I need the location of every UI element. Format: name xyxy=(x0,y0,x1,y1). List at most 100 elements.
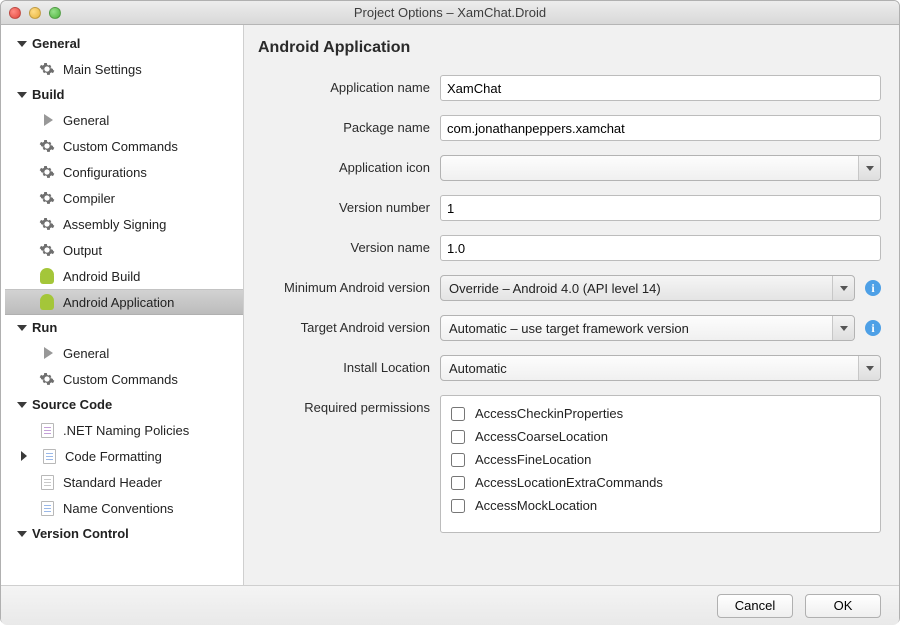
application-name-input[interactable] xyxy=(440,75,881,101)
sidebar-group-label: Run xyxy=(32,320,57,335)
sidebar-item-label: Assembly Signing xyxy=(63,217,166,232)
sidebar-group-version-control[interactable]: Version Control xyxy=(5,521,243,546)
min-android-combo[interactable]: Override – Android 4.0 (API level 14) xyxy=(440,275,855,301)
zoom-icon[interactable] xyxy=(49,7,61,19)
permission-label: AccessLocationExtraCommands xyxy=(475,475,663,490)
permissions-list: AccessCheckinProperties AccessCoarseLoca… xyxy=(440,395,881,533)
sidebar-item-run-general[interactable]: General xyxy=(5,340,243,366)
caret-down-icon xyxy=(17,531,27,537)
application-icon-combo[interactable] xyxy=(440,155,881,181)
sidebar-group-label: Build xyxy=(32,87,65,102)
sidebar-item-build-general[interactable]: General xyxy=(5,107,243,133)
target-android-combo[interactable]: Automatic – use target framework version xyxy=(440,315,855,341)
label-min-android: Minimum Android version xyxy=(258,275,440,295)
sidebar-item-net-naming[interactable]: .NET Naming Policies xyxy=(5,417,243,443)
sidebar-item-custom-commands[interactable]: Custom Commands xyxy=(5,133,243,159)
gear-icon xyxy=(39,216,55,232)
sidebar-item-android-application[interactable]: Android Application xyxy=(5,289,243,315)
sidebar-item-assembly-signing[interactable]: Assembly Signing xyxy=(5,211,243,237)
main-panel: Android Application Application name Pac… xyxy=(243,25,899,585)
sidebar: General Main Settings Build General Cust… xyxy=(1,25,243,585)
sidebar-item-name-conventions[interactable]: Name Conventions xyxy=(5,495,243,521)
combo-value: Automatic – use target framework version xyxy=(449,321,689,336)
sidebar-item-standard-header[interactable]: Standard Header xyxy=(5,469,243,495)
ok-button[interactable]: OK xyxy=(805,594,881,618)
label-package-name: Package name xyxy=(258,115,440,135)
sidebar-group-source-code[interactable]: Source Code xyxy=(5,392,243,417)
label-install-location: Install Location xyxy=(258,355,440,375)
version-number-input[interactable] xyxy=(440,195,881,221)
sidebar-item-label: Code Formatting xyxy=(65,449,162,464)
version-name-input[interactable] xyxy=(440,235,881,261)
sidebar-item-label: Output xyxy=(63,243,102,258)
sidebar-item-label: .NET Naming Policies xyxy=(63,423,189,438)
close-icon[interactable] xyxy=(9,7,21,19)
label-target-android: Target Android version xyxy=(258,315,440,335)
window-title: Project Options – XamChat.Droid xyxy=(1,5,899,20)
sidebar-item-label: General xyxy=(63,113,109,128)
sidebar-group-build[interactable]: Build xyxy=(5,82,243,107)
info-icon[interactable]: i xyxy=(865,280,881,296)
window-controls xyxy=(9,7,61,19)
permission-checkbox[interactable] xyxy=(451,476,465,490)
combo-value: Automatic xyxy=(449,361,507,376)
sidebar-item-label: Compiler xyxy=(63,191,115,206)
sidebar-group-label: Source Code xyxy=(32,397,112,412)
sidebar-item-android-build[interactable]: Android Build xyxy=(5,263,243,289)
sidebar-item-compiler[interactable]: Compiler xyxy=(5,185,243,211)
sidebar-item-label: Configurations xyxy=(63,165,147,180)
permission-label: AccessFineLocation xyxy=(475,452,591,467)
sidebar-group-label: General xyxy=(32,36,80,51)
chevron-down-icon xyxy=(858,156,880,180)
caret-down-icon xyxy=(17,402,27,408)
permission-item[interactable]: AccessFineLocation xyxy=(449,448,872,471)
permission-item[interactable]: AccessCheckinProperties xyxy=(449,402,872,425)
android-icon xyxy=(39,268,55,284)
cancel-button[interactable]: Cancel xyxy=(717,594,793,618)
play-icon xyxy=(39,112,55,128)
row-version-number: Version number xyxy=(258,195,881,221)
label-permissions: Required permissions xyxy=(258,395,440,415)
gear-icon xyxy=(39,164,55,180)
row-app-name: Application name xyxy=(258,75,881,101)
sidebar-item-configurations[interactable]: Configurations xyxy=(5,159,243,185)
sidebar-item-code-formatting[interactable]: Code Formatting xyxy=(5,443,243,469)
sidebar-item-label: General xyxy=(63,346,109,361)
android-icon xyxy=(39,294,55,310)
install-location-combo[interactable]: Automatic xyxy=(440,355,881,381)
sidebar-item-label: Android Application xyxy=(63,295,174,310)
sidebar-group-general[interactable]: General xyxy=(5,31,243,56)
caret-down-icon xyxy=(17,41,27,47)
sidebar-item-output[interactable]: Output xyxy=(5,237,243,263)
sidebar-item-label: Android Build xyxy=(63,269,140,284)
permission-item[interactable]: AccessLocationExtraCommands xyxy=(449,471,872,494)
sidebar-item-run-custom-commands[interactable]: Custom Commands xyxy=(5,366,243,392)
label-app-name: Application name xyxy=(258,75,440,95)
chevron-down-icon xyxy=(832,316,854,340)
row-app-icon: Application icon xyxy=(258,155,881,181)
permission-checkbox[interactable] xyxy=(451,499,465,513)
permission-item[interactable]: AccessCoarseLocation xyxy=(449,425,872,448)
row-permissions: Required permissions AccessCheckinProper… xyxy=(258,395,881,533)
permission-item[interactable]: AccessMockLocation xyxy=(449,494,872,517)
label-app-icon: Application icon xyxy=(258,155,440,175)
permission-checkbox[interactable] xyxy=(451,430,465,444)
permission-checkbox[interactable] xyxy=(451,407,465,421)
play-icon xyxy=(39,345,55,361)
sidebar-item-main-settings[interactable]: Main Settings xyxy=(5,56,243,82)
gear-icon xyxy=(39,242,55,258)
combo-value: Override – Android 4.0 (API level 14) xyxy=(449,281,661,296)
sidebar-item-label: Main Settings xyxy=(63,62,142,77)
permission-label: AccessMockLocation xyxy=(475,498,597,513)
info-icon[interactable]: i xyxy=(865,320,881,336)
permission-label: AccessCoarseLocation xyxy=(475,429,608,444)
sidebar-group-label: Version Control xyxy=(32,526,129,541)
permission-checkbox[interactable] xyxy=(451,453,465,467)
gear-icon xyxy=(39,138,55,154)
label-version-name: Version name xyxy=(258,235,440,255)
sidebar-group-run[interactable]: Run xyxy=(5,315,243,340)
row-min-android: Minimum Android version Override – Andro… xyxy=(258,275,881,301)
minimize-icon[interactable] xyxy=(29,7,41,19)
document-icon xyxy=(39,474,55,490)
package-name-input[interactable] xyxy=(440,115,881,141)
